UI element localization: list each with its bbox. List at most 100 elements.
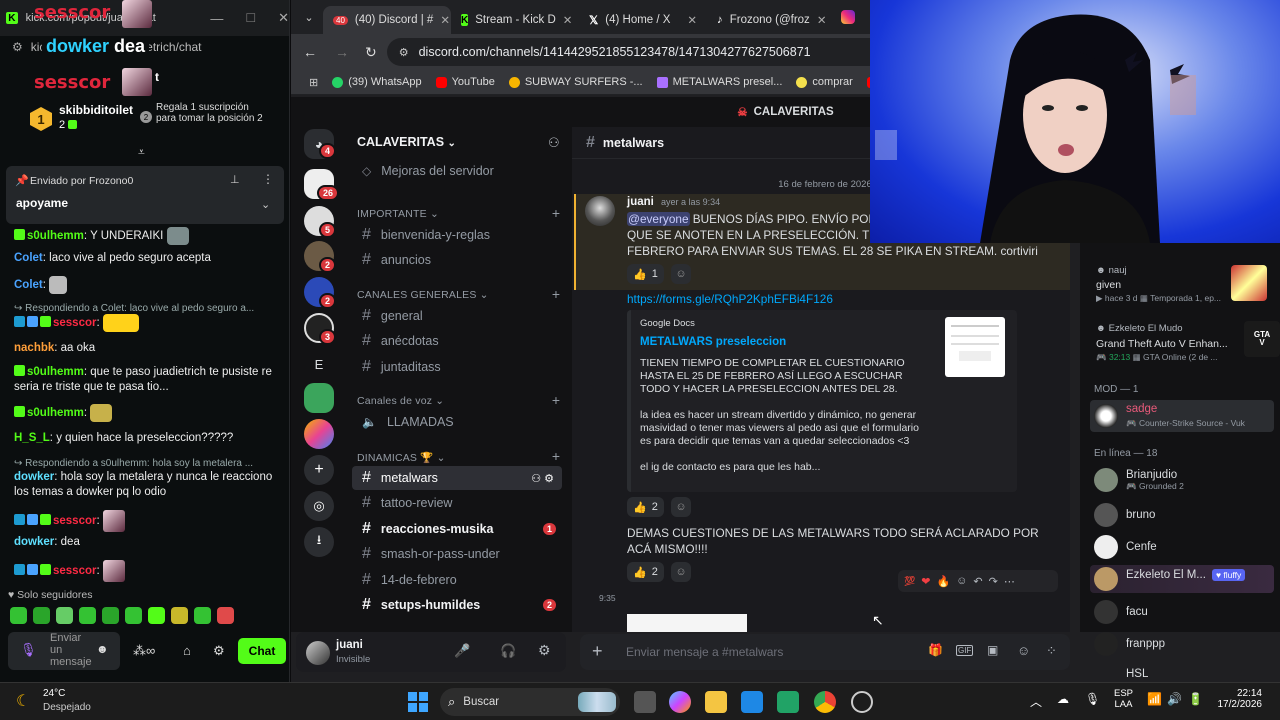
- minimize-button[interactable]: —: [210, 11, 223, 26]
- chevron-down-icon[interactable]: ⌄: [261, 198, 270, 211]
- kick-chat-input[interactable]: 🎙 Enviar un mensaje ☻: [8, 632, 120, 670]
- close-tab-icon[interactable]: ✕: [440, 13, 450, 27]
- add-reaction-icon[interactable]: ☺: [956, 575, 967, 587]
- top-gifter-name[interactable]: skibbiditoilet: [59, 103, 133, 117]
- channel-14-de-febrero[interactable]: #14-de-febrero: [352, 568, 562, 592]
- onedrive-icon[interactable]: ☁: [1057, 692, 1069, 706]
- reaction-chip[interactable]: 👍 1: [627, 264, 664, 284]
- microphone-icon[interactable]: 🎙: [1085, 692, 1100, 706]
- bookmark-comprar[interactable]: comprar: [796, 76, 853, 88]
- message-author[interactable]: juani: [627, 196, 654, 208]
- member-row[interactable]: Brianjudio 🎮 Grounded 2: [1094, 468, 1184, 492]
- emote-icon[interactable]: [79, 607, 96, 624]
- fire-icon[interactable]: 🔥: [936, 575, 950, 588]
- member-row-ezkeleto[interactable]: Ezkeleto El M... ♥ fluffy: [1090, 565, 1274, 593]
- channel-metalwars[interactable]: # metalwars ⚇ ⚙: [352, 466, 562, 490]
- reply-icon[interactable]: ↶: [973, 575, 982, 588]
- bookmark-youtube[interactable]: YouTube: [435, 76, 495, 88]
- category-important[interactable]: IMPORTANTE ⌄: [357, 208, 439, 220]
- mic-muted-icon[interactable]: 🎤: [454, 643, 470, 659]
- forward-icon[interactable]: →: [335, 44, 349, 60]
- clock[interactable]: 22:14 17/2/2026: [1208, 688, 1263, 710]
- close-button[interactable]: ✕: [278, 10, 289, 26]
- bookmark-whatsapp[interactable]: (39) WhatsApp: [332, 76, 422, 88]
- maximize-button[interactable]: ☐: [245, 11, 256, 25]
- member-row[interactable]: franppp: [1094, 632, 1165, 656]
- channel-anecdotas[interactable]: # anécdotas: [352, 329, 562, 353]
- collapse-icon[interactable]: ⩡: [138, 145, 145, 160]
- temperature[interactable]: 24°C: [43, 688, 65, 699]
- embed-title[interactable]: METALWARS preseleccion: [640, 336, 786, 348]
- more-icon[interactable]: ⋮: [262, 172, 274, 186]
- add-reaction-icon[interactable]: ☺: [671, 497, 691, 517]
- channel-bienvenida[interactable]: # bienvenida-y-reglas: [352, 223, 562, 247]
- file-explorer-icon[interactable]: [705, 691, 727, 713]
- emote-icon[interactable]: [171, 607, 188, 624]
- keyboard-language[interactable]: ESP LAA: [1114, 688, 1133, 710]
- heart-icon[interactable]: ❤: [921, 575, 930, 588]
- member-activity[interactable]: ☻ nauj given ▶ hace 3 d ▦ Temporada 1, e…: [1094, 265, 1274, 307]
- everyone-mention[interactable]: @everyone: [627, 212, 690, 226]
- emote-icon[interactable]: [10, 607, 27, 624]
- add-reaction-icon[interactable]: ☺: [671, 264, 691, 284]
- server-icon[interactable]: [304, 383, 334, 413]
- reply-context[interactable]: ↪ Respondiendo a s0ulhemm: hola soy la m…: [14, 456, 284, 471]
- channel-tattoo-review[interactable]: # tattoo-review: [352, 491, 562, 515]
- emoji-icon[interactable]: ☻: [96, 642, 109, 656]
- category-dinamicas[interactable]: DINAMICAS 🏆 ⌄: [357, 451, 446, 464]
- channel-smash-or-pass[interactable]: # smash-or-pass-under: [352, 542, 562, 566]
- site-info-icon[interactable]: ⚙: [399, 46, 409, 59]
- gif-icon[interactable]: GIF: [956, 645, 974, 656]
- embed-thumbnail[interactable]: [945, 317, 1005, 377]
- emote-icon[interactable]: [33, 607, 50, 624]
- close-tab-icon[interactable]: ✕: [817, 13, 827, 27]
- sticker-icon[interactable]: ▣: [987, 643, 998, 657]
- server-letter-icon[interactable]: E: [304, 349, 334, 379]
- tab-discord[interactable]: 40 (40) Discord | # ✕: [323, 6, 451, 34]
- site-settings-icon[interactable]: ⚙: [12, 40, 23, 54]
- chat-username[interactable]: nachbk: [14, 342, 54, 354]
- create-channel-icon[interactable]: +: [552, 205, 560, 221]
- chat-username[interactable]: Colet: [14, 279, 43, 291]
- tab-x[interactable]: 𝕏 (4) Home / X ✕: [579, 6, 707, 34]
- emoji-icon[interactable]: ☺: [1017, 643, 1030, 658]
- back-icon[interactable]: ←: [303, 44, 317, 60]
- voice-channel-llamadas[interactable]: 🔈 LLAMADAS: [352, 410, 562, 434]
- close-tab-icon[interactable]: ✕: [687, 13, 697, 27]
- member-activity[interactable]: ☻ Ezkeleto El Mudo Grand Theft Auto V En…: [1094, 319, 1280, 365]
- taskbar-search[interactable]: ⌕ Buscar: [440, 688, 620, 716]
- excel-icon[interactable]: [777, 691, 799, 713]
- discover-icon[interactable]: ◎: [304, 491, 334, 521]
- download-icon[interactable]: ⭳: [304, 527, 334, 557]
- create-channel-icon[interactable]: +: [552, 392, 560, 408]
- emote-icon[interactable]: [217, 607, 234, 624]
- tray-expand-icon[interactable]: ︿: [1030, 693, 1042, 710]
- channel-setups-humildes[interactable]: # setups-humildes 2: [352, 593, 562, 617]
- apps-icon[interactable]: ⁘: [1046, 643, 1057, 659]
- settings-icon[interactable]: ⚙: [213, 643, 225, 659]
- emote-icon[interactable]: [56, 607, 73, 624]
- windows-start-icon[interactable]: [408, 692, 428, 712]
- channel-anuncios[interactable]: # anuncios: [352, 248, 562, 272]
- username[interactable]: juani: [336, 639, 363, 651]
- forward-icon[interactable]: ↷: [989, 575, 998, 588]
- headphones-icon[interactable]: 🎧: [500, 643, 516, 659]
- store-icon[interactable]: [741, 691, 763, 713]
- server-name-dropdown[interactable]: CALAVERITAS ⌄: [357, 135, 456, 149]
- chat-send-button[interactable]: Chat: [238, 638, 286, 664]
- chat-username[interactable]: Colet: [14, 252, 43, 264]
- upload-plus-icon[interactable]: +: [592, 641, 603, 662]
- weather-moon-icon[interactable]: ☾: [16, 691, 30, 711]
- unpin-icon[interactable]: ⊥: [230, 173, 240, 186]
- avatar[interactable]: [306, 641, 330, 665]
- chat-username[interactable]: dowker: [14, 471, 54, 483]
- channel-reacciones-musika[interactable]: # reacciones-musika 1: [352, 517, 562, 541]
- reaction-chip[interactable]: 👍 2: [627, 562, 664, 582]
- chat-username[interactable]: sesscor: [53, 565, 96, 577]
- volume-icon[interactable]: 🔊: [1167, 692, 1182, 706]
- chat-username[interactable]: s0ulhemm: [27, 407, 84, 419]
- chat-username[interactable]: dowker: [14, 536, 54, 548]
- category-general[interactable]: CANALES GENERALES ⌄: [357, 289, 489, 301]
- microphone-icon[interactable]: 🎙: [20, 642, 37, 658]
- form-link[interactable]: https://forms.gle/RQhP2KphEFBi4F126: [627, 291, 833, 307]
